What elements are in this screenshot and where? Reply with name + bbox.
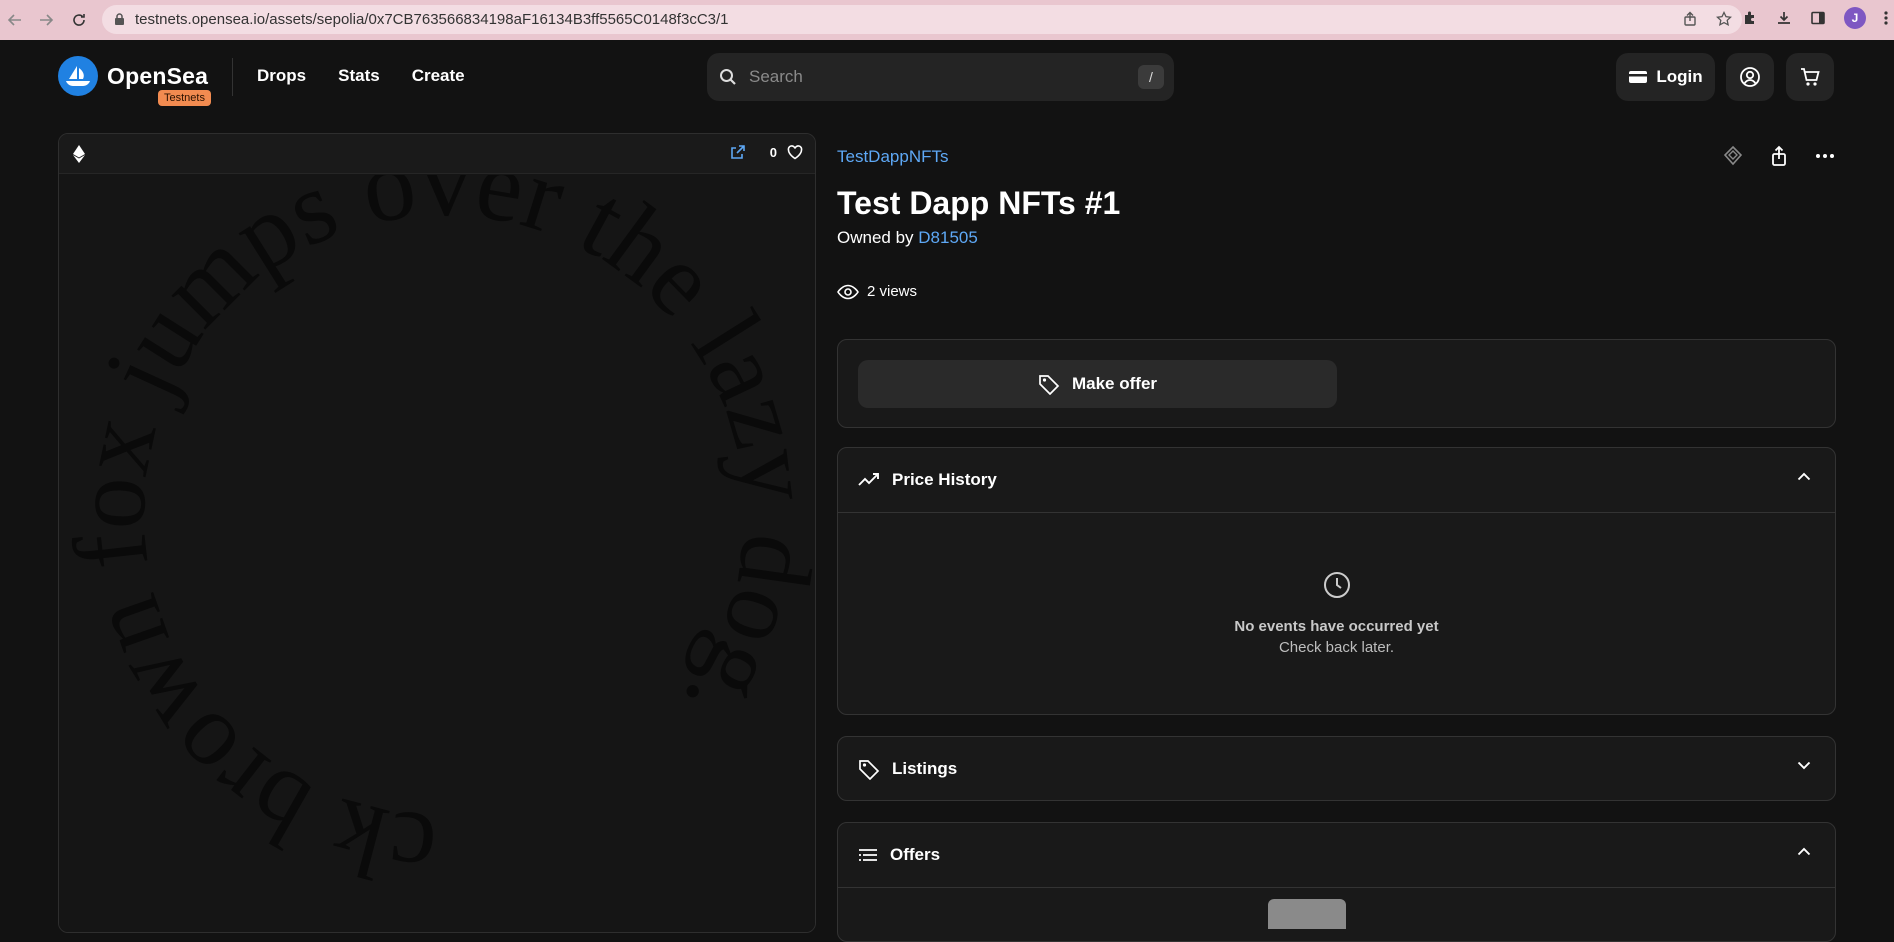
favorite-count: 0 (769, 144, 777, 160)
download-icon[interactable] (1776, 10, 1792, 26)
empty-subtitle: Check back later. (1278, 639, 1395, 656)
clock-icon (1323, 571, 1351, 599)
tag-icon (1038, 373, 1060, 395)
header-divider (232, 58, 233, 96)
cart-icon (1799, 66, 1821, 88)
login-label: Login (1656, 67, 1703, 86)
browser-toolbar: testnets.opensea.io/assets/sepolia/0x7CB… (0, 0, 1894, 40)
nav-stats[interactable]: Stats (338, 66, 380, 86)
url-text: testnets.opensea.io/assets/sepolia/0x7CB… (135, 11, 729, 28)
collection-link[interactable]: TestDappNFTs (837, 147, 948, 167)
offer-card: Make offer (837, 339, 1836, 428)
search-input[interactable]: Search / (707, 53, 1174, 101)
share-icon[interactable] (1768, 145, 1790, 167)
ethereum-icon (73, 145, 85, 163)
login-button[interactable]: Login (1616, 53, 1715, 101)
forward-arrow-icon[interactable] (33, 7, 59, 33)
nav-drops[interactable]: Drops (257, 66, 306, 86)
price-history-section: Price History No events have occurred ye… (837, 447, 1836, 715)
star-icon[interactable] (1716, 11, 1732, 27)
price-history-label: Price History (892, 470, 997, 489)
empty-title: No events have occurred yet (1234, 618, 1439, 635)
tag-icon (858, 758, 880, 780)
chevron-down-icon[interactable] (1797, 761, 1811, 770)
price-history-header[interactable]: Price History (838, 448, 1835, 512)
chevron-up-icon[interactable] (1797, 847, 1811, 856)
account-button[interactable] (1726, 53, 1774, 101)
search-icon (719, 68, 737, 86)
testnets-badge: Testnets (158, 90, 211, 106)
listings-header[interactable]: Listings (838, 737, 1835, 801)
search-placeholder: Search (749, 67, 803, 86)
offers-header[interactable]: Offers (838, 823, 1835, 887)
trending-icon (858, 473, 880, 487)
opensea-boat-icon (58, 56, 98, 96)
kebab-menu-icon[interactable] (1884, 10, 1888, 26)
media-toolbar: 0 (59, 134, 815, 174)
cart-button[interactable] (1786, 53, 1834, 101)
profile-avatar[interactable]: J (1844, 7, 1866, 29)
owned-by-label: Owned by (837, 228, 914, 247)
section-divider (838, 887, 1835, 888)
main-nav: Drops Stats Create (257, 66, 465, 86)
more-options-icon[interactable] (1814, 145, 1836, 167)
sidepanel-icon[interactable] (1810, 10, 1826, 26)
offers-empty-illustration (1268, 899, 1346, 929)
owned-by: Owned by D81505 (837, 228, 978, 248)
make-offer-label: Make offer (1071, 374, 1158, 393)
reload-icon[interactable] (66, 7, 92, 33)
asset-actions (1722, 145, 1836, 167)
make-offer-button[interactable]: Make offer (858, 360, 1337, 408)
open-external-icon[interactable] (730, 144, 746, 160)
back-arrow-icon[interactable] (2, 7, 28, 33)
extensions-icon[interactable] (1742, 10, 1758, 26)
offers-label: Offers (890, 845, 941, 864)
asset-title: Test Dapp NFTs #1 (837, 185, 1121, 221)
nav-create[interactable]: Create (412, 66, 465, 86)
brand-name: OpenSea (107, 62, 209, 89)
nft-media-panel: 0 Quick brown fox jumps over the lazy do… (58, 133, 816, 933)
views-count: 2 views (837, 283, 917, 300)
address-bar[interactable]: testnets.opensea.io/assets/sepolia/0x7CB… (102, 5, 1742, 34)
listings-label: Listings (892, 759, 958, 778)
search-shortcut-key: / (1138, 65, 1164, 89)
offers-section: Offers (837, 822, 1836, 942)
heart-icon[interactable] (787, 144, 803, 160)
views-label: 2 views (867, 283, 918, 300)
chevron-up-icon[interactable] (1797, 472, 1811, 481)
price-history-empty: No events have occurred yet Check back l… (838, 513, 1835, 656)
eye-icon (837, 284, 859, 300)
nft-image[interactable]: Quick brown fox jumps over the lazy dog. (59, 175, 815, 932)
site-header: OpenSea Testnets Drops Stats Create Sear… (0, 40, 1894, 114)
account-icon (1739, 66, 1761, 88)
wallet-icon (1628, 69, 1648, 85)
list-icon (858, 848, 878, 862)
share-icon[interactable] (1682, 11, 1698, 27)
lock-icon (114, 13, 125, 26)
listings-section[interactable]: Listings (837, 736, 1836, 801)
owner-link[interactable]: D81505 (918, 228, 978, 247)
transfer-icon[interactable] (1722, 145, 1744, 167)
